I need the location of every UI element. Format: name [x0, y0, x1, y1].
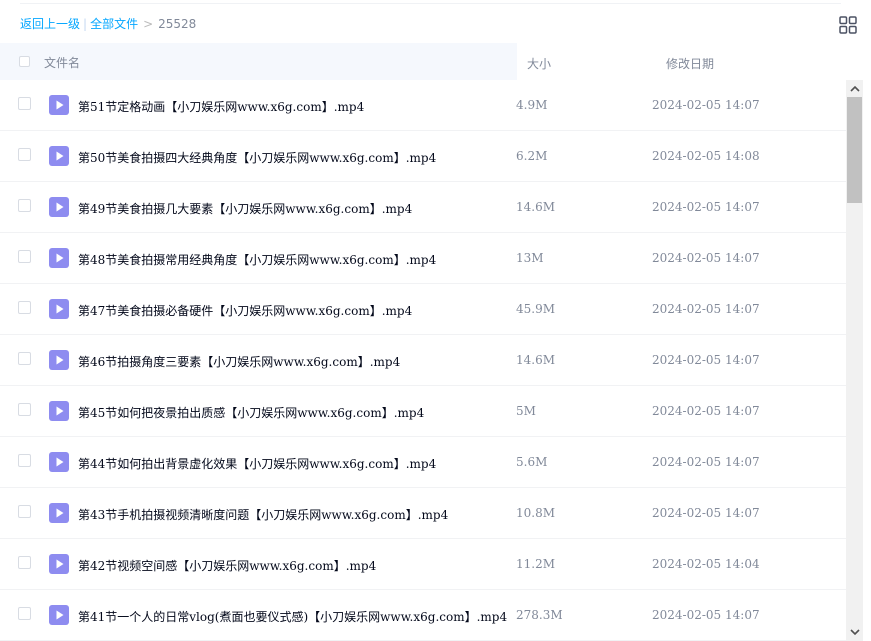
video-file-icon [49, 554, 69, 574]
chevron-up-icon [849, 85, 860, 92]
select-all-checkbox[interactable] [19, 56, 30, 67]
video-file-icon [49, 95, 69, 115]
file-modified-date: 2024-02-05 14:07 [652, 251, 760, 265]
file-name-link[interactable]: 第48节美食拍摄常用经典角度【小刀娱乐网www.x6g.com】.mp4 [78, 251, 436, 268]
file-row[interactable]: 第42节视频空间感【小刀娱乐网www.x6g.com】.mp4 11.2M 2024… [0, 539, 846, 590]
file-name-link[interactable]: 第43节手机拍摄视频清晰度问题【小刀娱乐网www.x6g.com】.mp4 [78, 506, 448, 523]
breadcrumb-separator: | [83, 17, 88, 31]
file-size: 5M [516, 404, 536, 418]
file-modified-date: 2024-02-05 14:07 [652, 608, 760, 622]
file-name-link[interactable]: 第51节定格动画【小刀娱乐网www.x6g.com】.mp4 [78, 98, 364, 115]
file-size: 5.6M [516, 455, 548, 469]
file-size: 4.9M [516, 98, 548, 112]
row-checkbox[interactable] [18, 199, 31, 212]
file-modified-date: 2024-02-05 14:07 [652, 98, 760, 112]
scrollbar[interactable] [846, 80, 863, 641]
file-name-link[interactable]: 第50节美食拍摄四大经典角度【小刀娱乐网www.x6g.com】.mp4 [78, 149, 436, 166]
video-file-icon [49, 503, 69, 523]
row-checkbox[interactable] [18, 97, 31, 110]
file-name-link[interactable]: 第41节一个人的日常vlog(煮面也要仪式感)【小刀娱乐网www.x6g.com… [78, 608, 507, 625]
file-name-link[interactable]: 第46节拍摄角度三要素【小刀娱乐网www.x6g.com】.mp4 [78, 353, 400, 370]
file-row[interactable]: 第48节美食拍摄常用经典角度【小刀娱乐网www.x6g.com】.mp4 13M 2… [0, 233, 846, 284]
video-file-icon [49, 452, 69, 472]
file-size: 11.2M [516, 557, 556, 571]
file-row[interactable]: 第46节拍摄角度三要素【小刀娱乐网www.x6g.com】.mp4 14.6M 20… [0, 335, 846, 386]
file-modified-date: 2024-02-05 14:07 [652, 506, 760, 520]
all-files-link[interactable]: 全部文件 [90, 17, 138, 31]
file-modified-date: 2024-02-05 14:04 [652, 557, 760, 571]
file-size: 278.3M [516, 608, 563, 622]
file-size: 14.6M [516, 353, 556, 367]
file-name-link[interactable]: 第44节如何拍出背景虚化效果【小刀娱乐网www.x6g.com】.mp4 [78, 455, 436, 472]
back-link[interactable]: 返回上一级 [20, 17, 80, 31]
file-list: 第51节定格动画【小刀娱乐网www.x6g.com】.mp4 4.9M 2024-0… [0, 80, 846, 641]
breadcrumb: 返回上一级 | 全部文件 >25528 [20, 15, 196, 32]
file-row[interactable]: 第44节如何拍出背景虚化效果【小刀娱乐网www.x6g.com】.mp4 5.6M… [0, 437, 846, 488]
grid-view-icon[interactable] [839, 16, 857, 34]
file-size: 14.6M [516, 200, 556, 214]
file-size: 45.9M [516, 302, 556, 316]
row-checkbox[interactable] [18, 505, 31, 518]
file-row[interactable]: 第47节美食拍摄必备硬件【小刀娱乐网www.x6g.com】.mp4 45.9M 2… [0, 284, 846, 335]
file-list-header: 文件名 大小 修改日期 [0, 43, 846, 80]
video-file-icon [49, 350, 69, 370]
column-name-header[interactable]: 文件名 [44, 54, 80, 71]
file-row[interactable]: 第49节美食拍摄几大要素【小刀娱乐网www.x6g.com】.mp4 14.6M 2… [0, 182, 846, 233]
file-name-link[interactable]: 第49节美食拍摄几大要素【小刀娱乐网www.x6g.com】.mp4 [78, 200, 412, 217]
row-checkbox[interactable] [18, 250, 31, 263]
chevron-down-icon [849, 629, 860, 636]
file-name-link[interactable]: 第42节视频空间感【小刀娱乐网www.x6g.com】.mp4 [78, 557, 376, 574]
row-checkbox[interactable] [18, 301, 31, 314]
column-modified-header[interactable]: 修改日期 [666, 55, 714, 72]
breadcrumb-arrow: > [143, 17, 154, 31]
file-modified-date: 2024-02-05 14:07 [652, 404, 760, 418]
row-checkbox[interactable] [18, 607, 31, 620]
file-modified-date: 2024-02-05 14:07 [652, 455, 760, 469]
row-checkbox[interactable] [18, 454, 31, 467]
current-folder: 25528 [158, 17, 197, 31]
video-file-icon [49, 146, 69, 166]
file-row[interactable]: 第50节美食拍摄四大经典角度【小刀娱乐网www.x6g.com】.mp4 6.2M… [0, 131, 846, 182]
column-size-header[interactable]: 大小 [527, 55, 551, 72]
row-checkbox[interactable] [18, 403, 31, 416]
row-checkbox[interactable] [18, 352, 31, 365]
scroll-thumb[interactable] [847, 97, 862, 203]
row-checkbox[interactable] [18, 556, 31, 569]
file-size: 10.8M [516, 506, 556, 520]
file-modified-date: 2024-02-05 14:07 [652, 200, 760, 214]
video-file-icon [49, 197, 69, 217]
video-file-icon [49, 401, 69, 421]
file-modified-date: 2024-02-05 14:07 [652, 302, 760, 316]
file-modified-date: 2024-02-05 14:08 [652, 149, 760, 163]
video-file-icon [49, 605, 69, 625]
video-file-icon [49, 299, 69, 319]
scroll-down-button[interactable] [846, 624, 863, 641]
file-size: 6.2M [516, 149, 548, 163]
file-row[interactable]: 第43节手机拍摄视频清晰度问题【小刀娱乐网www.x6g.com】.mp4 10.… [0, 488, 846, 539]
file-row[interactable]: 第51节定格动画【小刀娱乐网www.x6g.com】.mp4 4.9M 2024-0… [0, 80, 846, 131]
scroll-up-button[interactable] [846, 80, 863, 97]
row-checkbox[interactable] [18, 148, 31, 161]
file-row[interactable]: 第41节一个人的日常vlog(煮面也要仪式感)【小刀娱乐网www.x6g.com… [0, 590, 846, 641]
header-name-cell: 文件名 [0, 43, 517, 80]
file-name-link[interactable]: 第45节如何把夜景拍出质感【小刀娱乐网www.x6g.com】.mp4 [78, 404, 424, 421]
file-size: 13M [516, 251, 544, 265]
file-name-link[interactable]: 第47节美食拍摄必备硬件【小刀娱乐网www.x6g.com】.mp4 [78, 302, 412, 319]
file-modified-date: 2024-02-05 14:07 [652, 353, 760, 367]
video-file-icon [49, 248, 69, 268]
top-divider [20, 3, 841, 4]
file-row[interactable]: 第45节如何把夜景拍出质感【小刀娱乐网www.x6g.com】.mp4 5M 202… [0, 386, 846, 437]
